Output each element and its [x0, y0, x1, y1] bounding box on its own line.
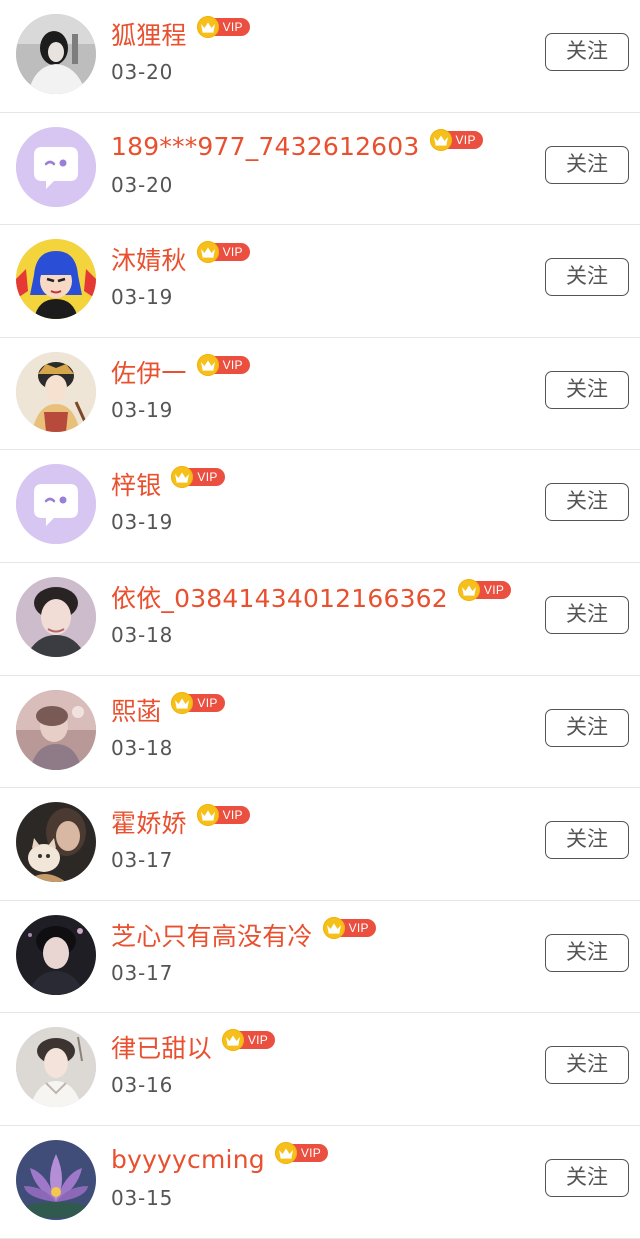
avatar[interactable]: [16, 126, 96, 207]
username[interactable]: 芝心只有高没有冷: [111, 917, 313, 953]
list-item[interactable]: 189***977_7432612603 VIP 03-20 关注: [0, 112, 640, 226]
crown-icon: [429, 128, 452, 151]
list-item[interactable]: 霍娇娇 VIP 03-17 关注: [0, 788, 640, 901]
avatar[interactable]: [16, 576, 96, 657]
follow-button[interactable]: 关注: [545, 370, 629, 409]
name-line: 依依_03841434012166362 VIP: [111, 577, 512, 617]
follow-date: 03-18: [111, 735, 174, 760]
vip-badge: VIP: [221, 1029, 276, 1052]
follow-date: 03-19: [111, 397, 174, 422]
list-item[interactable]: 依依_03841434012166362 VIP 03-18 关注: [0, 562, 640, 676]
follow-button[interactable]: 关注: [545, 33, 629, 71]
username[interactable]: 狐狸程: [111, 16, 187, 52]
follow-button[interactable]: 关注: [545, 483, 629, 522]
list-item[interactable]: 熙菡 VIP 03-18 关注: [0, 675, 640, 789]
name-line: 狐狸程 VIP: [111, 14, 250, 54]
follow-button[interactable]: 关注: [545, 821, 629, 860]
list-item[interactable]: 律已甜以 VIP 03-16 关注: [0, 1013, 640, 1126]
list-item[interactable]: 沐婧秋 VIP 03-19 关注: [0, 225, 640, 338]
follow-button[interactable]: 关注: [545, 1158, 629, 1197]
crown-icon: [274, 1141, 297, 1164]
vip-badge: VIP: [457, 578, 512, 601]
username[interactable]: byyyycming: [111, 1145, 265, 1174]
crown-icon: [196, 16, 219, 38]
list-item[interactable]: byyyycming VIP 03-15 关注: [0, 1125, 640, 1239]
list-item[interactable]: 佐伊一 VIP 03-19 关注: [0, 337, 640, 451]
avatar[interactable]: [16, 689, 96, 770]
follow-date: 03-20: [111, 60, 174, 84]
username[interactable]: 熙菡: [111, 692, 161, 728]
username[interactable]: 沐婧秋: [111, 241, 187, 277]
name-line: 梓银 VIP: [111, 464, 225, 504]
name-line: 霍娇娇 VIP: [111, 802, 250, 842]
list-item[interactable]: 芝心只有高没有冷 VIP 03-17 关注: [0, 900, 640, 1014]
name-line: 沐婧秋 VIP: [111, 239, 250, 279]
username[interactable]: 律已甜以: [111, 1029, 212, 1065]
vip-badge: VIP: [196, 353, 250, 376]
name-line: 熙菡 VIP: [111, 690, 225, 730]
list-item[interactable]: 梓银 VIP 03-19 关注: [0, 450, 640, 563]
name-line: 芝心只有高没有冷 VIP: [111, 915, 376, 955]
vip-badge: VIP: [322, 916, 376, 939]
crown-icon: [457, 578, 480, 601]
username[interactable]: 佐伊一: [111, 354, 187, 390]
avatar[interactable]: [16, 1027, 96, 1108]
avatar[interactable]: [16, 14, 96, 94]
name-line: 律已甜以 VIP: [111, 1027, 276, 1067]
avatar[interactable]: [16, 914, 96, 995]
follow-date: 03-19: [111, 285, 174, 310]
crown-icon: [171, 691, 194, 714]
follow-date: 03-18: [111, 622, 174, 647]
vip-badge: VIP: [274, 1141, 329, 1164]
avatar[interactable]: [16, 802, 96, 883]
vip-badge: VIP: [196, 16, 250, 38]
follow-date: 03-17: [111, 960, 174, 985]
vip-badge: VIP: [196, 241, 250, 264]
follow-button[interactable]: 关注: [545, 708, 629, 747]
follow-button[interactable]: 关注: [545, 595, 629, 634]
follow-date: 03-15: [111, 1185, 174, 1210]
follow-date: 03-19: [111, 510, 174, 535]
crown-icon: [221, 1029, 244, 1052]
username[interactable]: 依依_03841434012166362: [111, 579, 448, 615]
follow-button[interactable]: 关注: [545, 933, 629, 972]
follow-button[interactable]: 关注: [545, 258, 629, 297]
avatar[interactable]: [16, 1139, 96, 1220]
follow-button[interactable]: 关注: [545, 145, 629, 184]
follow-date: 03-17: [111, 848, 174, 873]
avatar[interactable]: [16, 464, 96, 545]
avatar[interactable]: [16, 239, 96, 320]
follow-date: 03-20: [111, 172, 174, 197]
name-line: byyyycming VIP: [111, 1140, 329, 1180]
crown-icon: [196, 241, 219, 264]
username[interactable]: 梓银: [111, 466, 161, 502]
list-item[interactable]: 狐狸程 VIP 03-20 关注: [0, 0, 640, 113]
follow-button[interactable]: 关注: [545, 1046, 629, 1085]
name-line: 189***977_7432612603 VIP: [111, 127, 483, 167]
follow-date: 03-16: [111, 1073, 174, 1098]
following-list: 狐狸程 VIP 03-20 关注 189***977_7432612603 VI…: [0, 0, 640, 1239]
username[interactable]: 霍娇娇: [111, 804, 187, 840]
vip-badge: VIP: [196, 804, 250, 827]
vip-badge: VIP: [171, 691, 225, 714]
crown-icon: [196, 353, 219, 376]
crown-icon: [322, 916, 345, 939]
name-line: 佐伊一 VIP: [111, 352, 250, 392]
crown-icon: [196, 804, 219, 827]
avatar[interactable]: [16, 351, 96, 432]
vip-badge: VIP: [171, 466, 225, 489]
vip-badge: VIP: [429, 128, 483, 151]
username[interactable]: 189***977_7432612603: [111, 132, 420, 161]
